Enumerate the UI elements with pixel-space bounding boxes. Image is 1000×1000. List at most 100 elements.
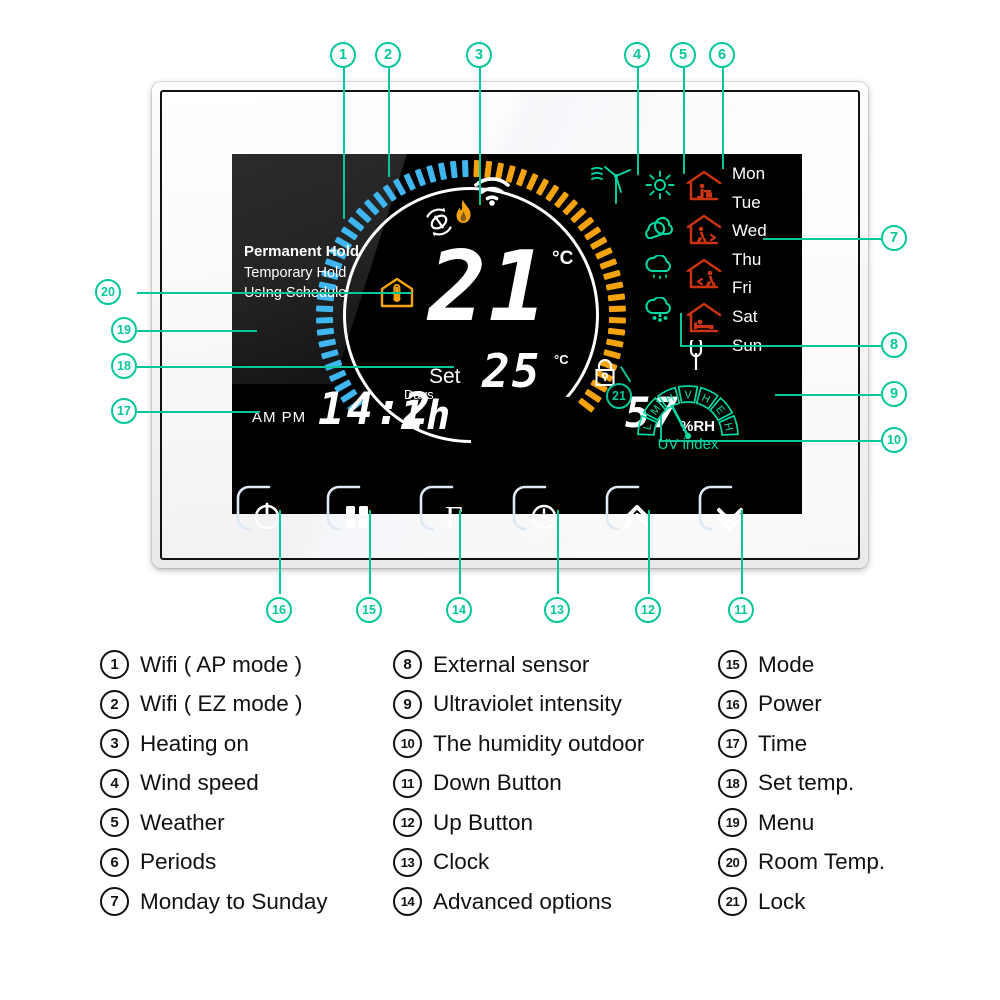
legend-number: 10 bbox=[393, 729, 422, 758]
leader-line-8b bbox=[680, 313, 682, 346]
up-button[interactable] bbox=[604, 484, 662, 536]
leader-line-8 bbox=[680, 345, 881, 347]
legend-number: 5 bbox=[100, 808, 129, 837]
legend-label: Monday to Sunday bbox=[140, 888, 328, 914]
leader-line-20 bbox=[137, 292, 412, 294]
callout-13: 13 bbox=[544, 597, 570, 623]
legend-number: 8 bbox=[393, 650, 422, 679]
weekday-sat: Sat bbox=[732, 306, 758, 326]
legend-number: 6 bbox=[100, 847, 129, 877]
leader-line-9 bbox=[775, 394, 881, 396]
callout-20: 20 bbox=[95, 279, 121, 305]
weekday-column: Mon Tue Wed Thu Fri Sat Sun bbox=[732, 160, 792, 360]
callout-2: 2 bbox=[375, 42, 401, 68]
period-leave-icon bbox=[684, 208, 724, 252]
callout-19: 19 bbox=[111, 317, 137, 343]
legend-number: 9 bbox=[393, 689, 422, 719]
legend-label: Time bbox=[758, 730, 808, 756]
legend-item: 12 Up Button bbox=[393, 806, 723, 839]
leader-line-7 bbox=[763, 238, 881, 240]
legend-number: 1 bbox=[100, 650, 129, 679]
legend-label: External sensor bbox=[433, 651, 590, 677]
period-sleep-icon bbox=[684, 296, 724, 340]
legend-label: Periods bbox=[140, 849, 217, 874]
legend-number: 16 bbox=[718, 689, 747, 719]
callout-11: 11 bbox=[728, 597, 754, 623]
svg-text:UV index: UV index bbox=[658, 436, 719, 452]
leader-line-3 bbox=[479, 62, 481, 205]
callout-7: 7 bbox=[881, 225, 907, 251]
days-value: 1h bbox=[400, 393, 453, 439]
legend-label: Heating on bbox=[140, 730, 249, 756]
mode-temporary-hold[interactable]: Temporary Hold bbox=[244, 263, 359, 284]
lcd-screen: Mon Tue Wed Thu Fri Sat Sun Permanent Hold Tem… bbox=[232, 154, 802, 514]
weekday-wed: Wed bbox=[732, 221, 767, 241]
callout-17: 17 bbox=[111, 398, 137, 424]
legend-item: 6 Periods bbox=[100, 846, 400, 879]
weekday-tue: Tue bbox=[732, 192, 761, 212]
legend-item: 7 Monday to Sunday bbox=[100, 885, 400, 918]
callout-5: 5 bbox=[670, 42, 696, 68]
leader-line-11 bbox=[741, 510, 743, 594]
clock-icon bbox=[531, 504, 557, 530]
legend-label: Up Button bbox=[433, 809, 534, 835]
leader-line-19 bbox=[137, 330, 257, 332]
legend-item: 8 External sensor bbox=[393, 648, 723, 681]
period-return-icon bbox=[684, 252, 724, 296]
power-button[interactable] bbox=[235, 484, 293, 536]
thermostat-device: Mon Tue Wed Thu Fri Sat Sun Permanent Hold Tem… bbox=[152, 82, 868, 568]
legend-label: Set temp. bbox=[758, 770, 855, 795]
legend-item: 1 Wifi ( AP mode ) bbox=[100, 648, 400, 681]
room-temperature-unit: °C bbox=[552, 248, 574, 269]
legend-item: 16 Power bbox=[718, 688, 988, 721]
legend-column-1: 1 Wifi ( AP mode ) 2 Wifi ( EZ mode ) 3 Heati… bbox=[100, 648, 400, 925]
legend-number: 3 bbox=[100, 729, 129, 758]
legend-number: 11 bbox=[393, 768, 422, 798]
grid-icon bbox=[346, 506, 368, 528]
room-temperature-value: 21 bbox=[428, 230, 549, 343]
uv-segment-label: H bbox=[721, 422, 734, 432]
legend-label: Ultraviolet intensity bbox=[433, 691, 622, 716]
legend-number: 15 bbox=[718, 650, 747, 679]
set-temperature-unit: °C bbox=[554, 352, 569, 367]
mode-button[interactable] bbox=[325, 484, 383, 536]
down-button[interactable] bbox=[697, 484, 755, 536]
ampm-label: AM PM bbox=[252, 409, 307, 426]
callout-14: 14 bbox=[446, 597, 472, 623]
clock-button[interactable] bbox=[511, 484, 569, 536]
legend-number: 17 bbox=[718, 729, 747, 758]
legend-label: Advanced options bbox=[433, 888, 612, 914]
callout-16: 16 bbox=[266, 597, 292, 623]
callout-18: 18 bbox=[111, 353, 137, 379]
callout-12: 12 bbox=[635, 597, 661, 623]
legend-number: 14 bbox=[393, 887, 422, 916]
legend-number: 18 bbox=[718, 768, 747, 798]
legend-label: The humidity outdoor bbox=[433, 730, 645, 756]
set-label: Set bbox=[429, 365, 461, 388]
legend-item: 21 Lock bbox=[718, 885, 988, 918]
legend-item: 19 Menu bbox=[718, 806, 988, 839]
wind-turbine-icon bbox=[590, 162, 636, 211]
period-icons-column bbox=[684, 164, 724, 340]
legend-item: 14 Advanced options bbox=[393, 885, 723, 918]
advanced-options-button[interactable]: F bbox=[418, 484, 476, 536]
device-bezel: Mon Tue Wed Thu Fri Sat Sun Permanent Hold Tem… bbox=[160, 90, 860, 560]
legend-item: 15 Mode bbox=[718, 648, 988, 681]
double-chevron-down-icon bbox=[717, 508, 743, 531]
leader-line-17 bbox=[137, 411, 260, 413]
callout-21: 21 bbox=[606, 383, 632, 409]
menu-modes: Permanent Hold Temporary Hold UsIng Sche… bbox=[244, 242, 359, 304]
weekday-fri: Fri bbox=[732, 278, 752, 298]
legend-item: 13 Clock bbox=[393, 846, 723, 879]
sun-icon bbox=[643, 164, 677, 206]
legend-label: Wifi ( AP mode ) bbox=[140, 651, 303, 677]
legend-number: 19 bbox=[718, 808, 747, 837]
legend-number: 20 bbox=[718, 847, 747, 877]
uv-index-gauge: LMHVHEH UV index bbox=[627, 366, 749, 457]
legend-item: 20 Room Temp. bbox=[718, 846, 988, 879]
legend-label: Down Button bbox=[433, 770, 562, 795]
legend-label: Mode bbox=[758, 651, 815, 677]
mode-permanent-hold[interactable]: Permanent Hold bbox=[244, 242, 359, 263]
room-temp-house-icon bbox=[378, 276, 416, 315]
leader-line-15 bbox=[369, 510, 371, 594]
